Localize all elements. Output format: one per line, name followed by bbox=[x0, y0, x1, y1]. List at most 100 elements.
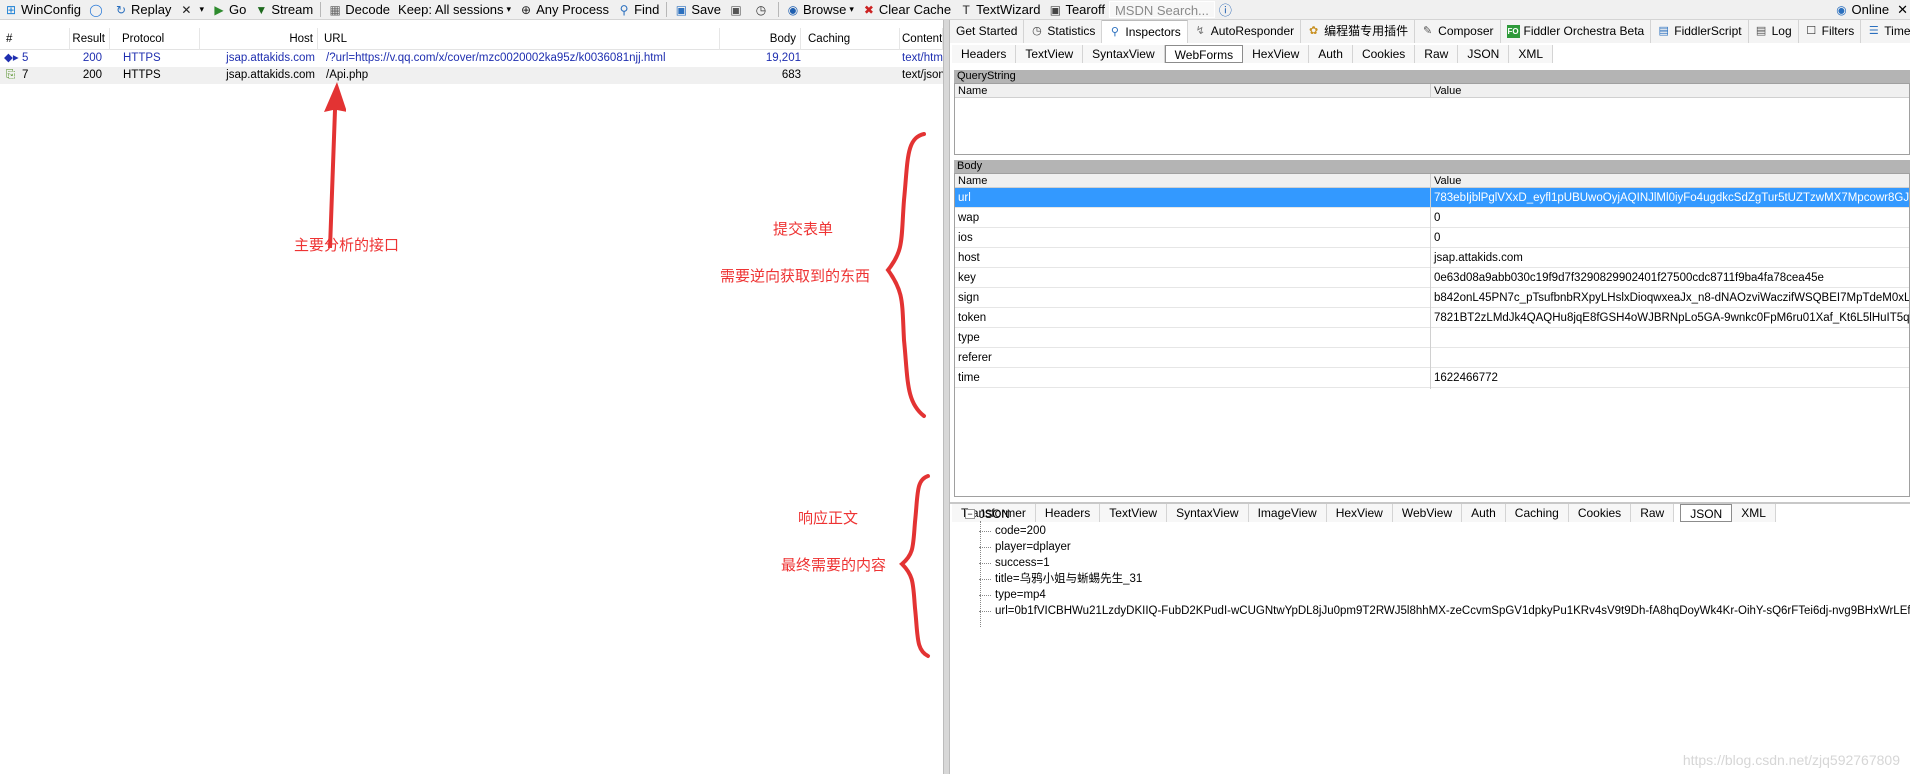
request-tab-webforms[interactable]: WebForms bbox=[1164, 45, 1244, 63]
annotation-submit-form: 提交表单 bbox=[773, 221, 834, 238]
online-status[interactable]: ◉ Online bbox=[1831, 0, 1894, 19]
toolbar-item-clear-cache[interactable]: ✖ Clear Cache bbox=[858, 0, 955, 19]
toolbar-item-any-process[interactable]: ⊕ Any Process bbox=[515, 0, 613, 19]
close-icon[interactable]: ✕ bbox=[1893, 0, 1910, 19]
body-row-name: type bbox=[958, 332, 980, 344]
request-tab-raw[interactable]: Raw bbox=[1415, 45, 1459, 63]
toolbar-item-comment-icon[interactable]: ◯ bbox=[85, 0, 110, 19]
watermark: https://blog.csdn.net/zjq592767809 bbox=[1682, 752, 1900, 768]
remove-icon: ✕ bbox=[181, 2, 192, 17]
request-tab-headers[interactable]: Headers bbox=[952, 45, 1017, 63]
session-body: 19,201 bbox=[765, 52, 801, 64]
json-node[interactable]: type=mp4 bbox=[965, 587, 1910, 603]
col-content[interactable]: Content bbox=[900, 28, 943, 50]
tab-log[interactable]: ▤ Log bbox=[1748, 20, 1799, 43]
toolbar-item-stream[interactable]: ▼ Stream bbox=[250, 0, 317, 19]
col-url[interactable]: URL bbox=[322, 28, 720, 50]
toolbar-item-winconfig[interactable]: ⊞ WinConfig bbox=[0, 0, 85, 19]
toolbar-item-tearoff[interactable]: ▣ Tearoff bbox=[1044, 0, 1109, 19]
tab-fiddlerscript[interactable]: ▤ FiddlerScript bbox=[1651, 20, 1749, 43]
toolbar-item-decode[interactable]: ▦ Decode bbox=[324, 0, 394, 19]
body-name-header: Name bbox=[958, 175, 988, 187]
session-row[interactable]: ⎘ 7 200 HTTPS jsap.attakids.com /Api.php… bbox=[0, 67, 943, 84]
session-result: 200 bbox=[82, 69, 102, 81]
toolbar-item-remove-icon[interactable]: ✕ ▾ bbox=[175, 0, 208, 19]
tab-statistics[interactable]: ◷ Statistics bbox=[1024, 20, 1103, 43]
tab-label: Fiddler Orchestra Beta bbox=[1523, 24, 1645, 38]
toolbar-item-browse[interactable]: ◉ Browse ▾ bbox=[782, 0, 858, 19]
toolbar-item-textwizard[interactable]: T TextWizard bbox=[955, 0, 1044, 19]
chevron-down-icon: ▾ bbox=[849, 4, 854, 14]
save-icon: ▣ bbox=[675, 2, 688, 17]
collapse-icon[interactable]: − bbox=[965, 509, 975, 519]
body-row-type[interactable]: type bbox=[955, 328, 1909, 348]
body-row-value: 0 bbox=[1434, 212, 1441, 224]
body-row-time[interactable]: time 1622466772 bbox=[955, 368, 1909, 388]
json-root[interactable]: JSON bbox=[979, 509, 1010, 521]
json-node[interactable]: player=dplayer bbox=[965, 539, 1910, 555]
toolbar-item-replay[interactable]: ↻ Replay bbox=[110, 0, 175, 19]
json-node[interactable]: url=0b1fVICBHWu21LzdyDKIIQ-FubD2KPudI-wC… bbox=[965, 603, 1910, 619]
toolbar-label: Decode bbox=[345, 2, 391, 17]
col-caching[interactable]: Caching bbox=[806, 28, 900, 50]
toolbar-label: Stream bbox=[271, 2, 314, 17]
toolbar-item-find[interactable]: ⚲ Find bbox=[613, 0, 663, 19]
request-tab-hexview[interactable]: HexView bbox=[1243, 45, 1310, 63]
body-row-key[interactable]: key 0e63d08a9abb030c19f9d7f3290829902401f… bbox=[955, 268, 1909, 288]
msdn-search-input[interactable]: MSDN Search... bbox=[1108, 1, 1215, 18]
help-icon[interactable]: ⓘ bbox=[1215, 0, 1236, 19]
toolbar-item-timer-icon[interactable]: ◷ bbox=[750, 0, 775, 19]
tab-get-started[interactable]: Get Started bbox=[950, 20, 1025, 43]
col-id[interactable]: # bbox=[4, 28, 70, 50]
body-row-value: b842onL45PN7c_pTsufbnbRXpyLHslxDioqwxeaJ… bbox=[1434, 292, 1909, 304]
request-tab-xml[interactable]: XML bbox=[1509, 45, 1554, 63]
body-row-ios[interactable]: ios 0 bbox=[955, 228, 1909, 248]
body-row-wap[interactable]: wap 0 bbox=[955, 208, 1909, 228]
composer-icon: ✎ bbox=[1423, 25, 1433, 37]
body-row-host[interactable]: host jsap.attakids.com bbox=[955, 248, 1909, 268]
col-result[interactable]: Result bbox=[70, 28, 110, 50]
json-node[interactable]: success=1 bbox=[965, 555, 1910, 571]
body-row-sign[interactable]: sign b842onL45PN7c_pTsufbnbRXpyLHslxDioqw… bbox=[955, 288, 1909, 308]
request-tab-syntaxview[interactable]: SyntaxView bbox=[1083, 45, 1165, 63]
json-node[interactable]: title=乌鸦小姐与蜥蜴先生_31 bbox=[965, 571, 1910, 587]
session-content: text/htm bbox=[902, 52, 943, 64]
body-row-referer[interactable]: referer bbox=[955, 348, 1909, 368]
clear-cache-icon: ✖ bbox=[863, 2, 874, 17]
tab-plugin[interactable]: ✿ 编程猫专用插件 bbox=[1301, 20, 1416, 43]
tab-label: Composer bbox=[1438, 24, 1494, 38]
qs-name-header: Name bbox=[958, 85, 988, 97]
tab-autoresponder[interactable]: ↯ AutoResponder bbox=[1187, 20, 1302, 43]
json-node[interactable]: code=200 bbox=[965, 523, 1910, 539]
toolbar-item-keep-all-sessions[interactable]: Keep: All sessions ▾ bbox=[394, 0, 515, 19]
go-icon: ▶ bbox=[214, 2, 224, 17]
col-body[interactable]: Body bbox=[726, 28, 801, 50]
red-arrow-icon bbox=[324, 82, 346, 248]
col-protocol[interactable]: Protocol bbox=[120, 28, 200, 50]
toolbar-item-save[interactable]: ▣ Save bbox=[670, 0, 725, 19]
request-tab-cookies[interactable]: Cookies bbox=[1352, 45, 1416, 63]
tab-inspectors[interactable]: ⚲ Inspectors bbox=[1102, 20, 1188, 43]
checkbox-icon: ☐ bbox=[1806, 25, 1817, 37]
tab-timeline[interactable]: ☰ Timeline bbox=[1861, 20, 1910, 43]
tab-filters[interactable]: ☐ Filters bbox=[1798, 20, 1862, 43]
session-protocol: HTTPS bbox=[123, 69, 161, 81]
tearoff-icon: ▣ bbox=[1049, 2, 1062, 17]
body-row-url[interactable]: url 783ebIjblPglVXxD_eyfl1pUBUwoOyjAQINJl… bbox=[955, 188, 1909, 208]
annotation-response-body: 响应正文 bbox=[798, 510, 859, 527]
request-tab-json[interactable]: JSON bbox=[1458, 45, 1510, 63]
request-tab-textview[interactable]: TextView bbox=[1016, 45, 1084, 63]
online-icon: ◉ bbox=[1836, 2, 1847, 17]
tab-label: Inspectors bbox=[1125, 24, 1181, 39]
request-tab-auth[interactable]: Auth bbox=[1309, 45, 1353, 63]
inspectors-icon: ⚲ bbox=[1110, 25, 1119, 38]
body-row-token[interactable]: token 7821BT2zLMdJk4QAQHu8jqE8fGSH4oWJBRN… bbox=[955, 308, 1909, 328]
col-host[interactable]: Host bbox=[200, 28, 318, 50]
session-row[interactable]: ◆▸ 5 200 HTTPS jsap.attakids.com /?url=h… bbox=[0, 50, 943, 67]
tab-fiddler-orchestra-beta[interactable]: FO Fiddler Orchestra Beta bbox=[1500, 20, 1652, 43]
toolbar-item-go[interactable]: ▶ Go bbox=[208, 0, 250, 19]
session-host: jsap.attakids.com bbox=[226, 69, 315, 81]
tab-composer[interactable]: ✎ Composer bbox=[1415, 20, 1501, 43]
pane-splitter[interactable] bbox=[943, 20, 950, 774]
toolbar-item-camera-icon[interactable]: ▣ bbox=[725, 0, 750, 19]
